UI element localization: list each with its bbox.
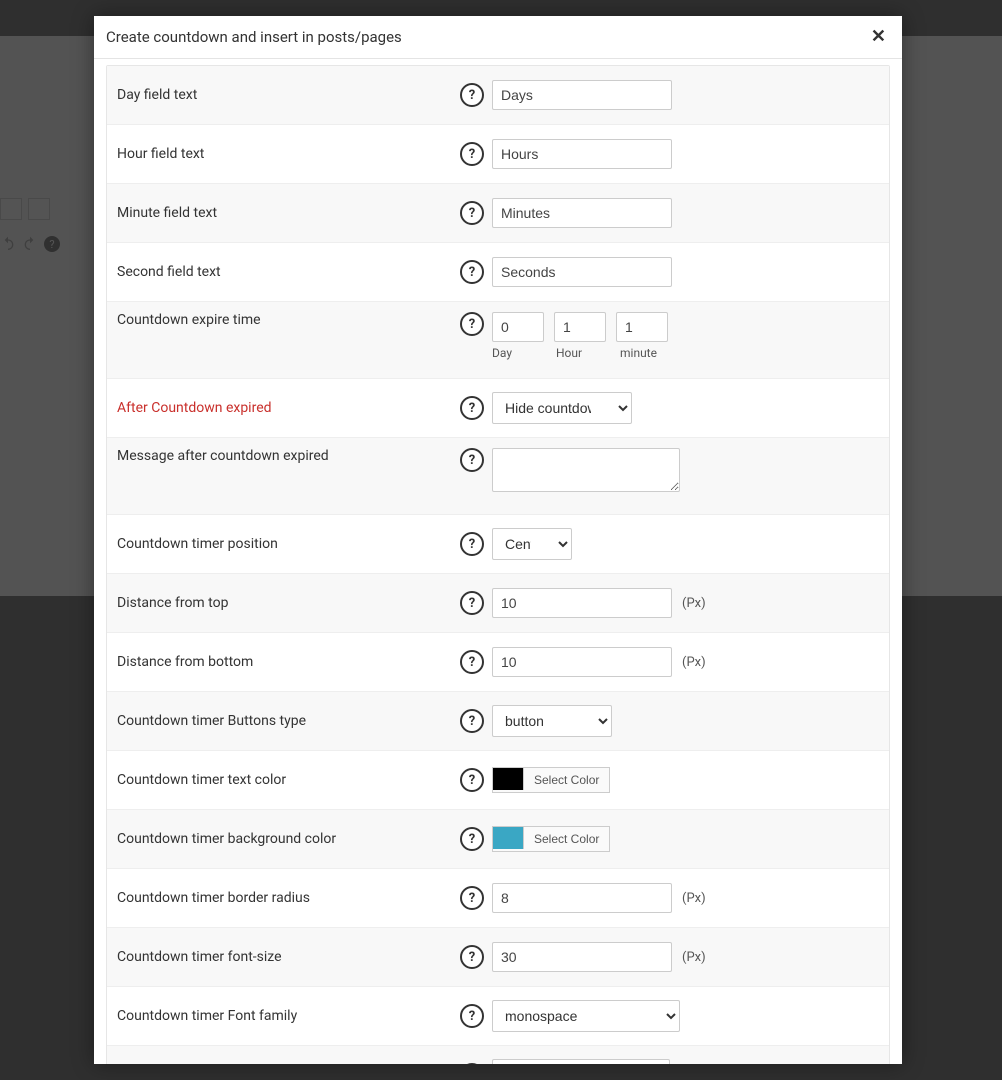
row-expire-time: Countdown expire time ? Day Hour minute (107, 302, 889, 379)
help-icon[interactable]: ? (460, 1004, 484, 1028)
after-expired-select[interactable]: Hide countdown (492, 392, 632, 424)
expire-minute-input[interactable] (616, 312, 668, 342)
help-icon[interactable]: ? (460, 260, 484, 284)
countdown-modal: Create countdown and insert in posts/pag… (94, 16, 902, 1064)
help-icon[interactable]: ? (460, 768, 484, 792)
font-size-input[interactable] (492, 942, 672, 972)
label-buttons-type: Countdown timer Buttons type (117, 713, 452, 729)
expire-day-input[interactable] (492, 312, 544, 342)
border-radius-input[interactable] (492, 883, 672, 913)
settings-form: Day field text ? Hour field text ? Minut… (106, 65, 890, 1064)
label-position: Countdown timer position (117, 536, 452, 552)
sub-day: Day (492, 346, 544, 360)
label-border-radius: Countdown timer border radius (117, 890, 452, 906)
label-second-text: Second field text (117, 264, 452, 280)
row-day-text: Day field text ? (107, 66, 889, 125)
label-message: Message after countdown expired (117, 448, 452, 464)
unit-px: (Px) (682, 596, 706, 611)
hour-text-input[interactable] (492, 139, 672, 169)
row-after-expired: After Countdown expired ? Hide countdown (107, 379, 889, 438)
second-text-input[interactable] (492, 257, 672, 287)
modal-header: Create countdown and insert in posts/pag… (94, 16, 902, 59)
day-text-input[interactable] (492, 80, 672, 110)
help-icon[interactable]: ? (460, 650, 484, 674)
label-font-family: Countdown timer Font family (117, 1008, 452, 1024)
label-day-text: Day field text (117, 87, 452, 103)
modal-title: Create countdown and insert in posts/pag… (106, 28, 402, 46)
row-bg-color: Countdown timer background color ? Selec… (107, 810, 889, 869)
help-icon[interactable]: ? (460, 83, 484, 107)
help-icon[interactable]: ? (460, 945, 484, 969)
help-icon[interactable]: ? (460, 396, 484, 420)
help-icon[interactable]: ? (460, 448, 484, 472)
label-expire-time: Countdown expire time (117, 312, 452, 328)
unit-px: (Px) (682, 655, 706, 670)
expire-sublabels: Day Hour minute (492, 346, 672, 360)
label-hour-text: Hour field text (117, 146, 452, 162)
bg-color-picker[interactable]: Select Color (492, 826, 610, 852)
row-second-text: Second field text ? (107, 243, 889, 302)
help-icon[interactable]: ? (460, 886, 484, 910)
buttons-type-select[interactable]: button (492, 705, 612, 737)
label-dist-bottom: Distance from bottom (117, 654, 452, 670)
row-hour-text: Hour field text ? (107, 125, 889, 184)
row-minute-text: Minute field text ? (107, 184, 889, 243)
row-dist-bottom: Distance from bottom ? (Px) (107, 633, 889, 692)
help-icon[interactable]: ? (460, 532, 484, 556)
help-icon[interactable]: ? (460, 591, 484, 615)
dist-top-input[interactable] (492, 588, 672, 618)
unit-px: (Px) (682, 950, 706, 965)
close-icon[interactable]: ✕ (867, 26, 890, 48)
row-font-family: Countdown timer Font family ? monospace (107, 987, 889, 1046)
minute-text-input[interactable] (492, 198, 672, 228)
help-icon[interactable]: ? (460, 709, 484, 733)
row-border-radius: Countdown timer border radius ? (Px) (107, 869, 889, 928)
row-buttons-type: Countdown timer Buttons type ? button (107, 692, 889, 751)
row-position: Countdown timer position ? Center (107, 515, 889, 574)
text-color-swatch[interactable] (493, 768, 524, 790)
help-icon[interactable]: ? (460, 142, 484, 166)
row-dist-top: Distance from top ? (Px) (107, 574, 889, 633)
text-color-picker[interactable]: Select Color (492, 767, 610, 793)
help-icon[interactable]: ? (460, 827, 484, 851)
row-font-size: Countdown timer font-size ? (Px) (107, 928, 889, 987)
label-text-color: Countdown timer text color (117, 772, 452, 788)
font-family-select[interactable]: monospace (492, 1000, 680, 1032)
row-animation-type: Countdown animation type ? none (107, 1046, 889, 1064)
animation-select[interactable]: none (492, 1059, 670, 1064)
unit-px: (Px) (682, 891, 706, 906)
label-after-expired: After Countdown expired (117, 400, 452, 416)
help-icon[interactable]: ? (460, 312, 484, 336)
expire-hour-input[interactable] (554, 312, 606, 342)
message-textarea[interactable] (492, 448, 680, 492)
sub-hour: Hour (556, 346, 608, 360)
label-dist-top: Distance from top (117, 595, 452, 611)
label-bg-color: Countdown timer background color (117, 831, 452, 847)
label-font-size: Countdown timer font-size (117, 949, 452, 965)
help-icon[interactable]: ? (460, 201, 484, 225)
position-select[interactable]: Center (492, 528, 572, 560)
bg-color-button[interactable]: Select Color (524, 827, 609, 851)
help-icon[interactable]: ? (460, 1063, 484, 1064)
text-color-button[interactable]: Select Color (524, 768, 609, 792)
row-message: Message after countdown expired ? (107, 438, 889, 515)
sub-minute: minute (620, 346, 672, 360)
row-text-color: Countdown timer text color ? Select Colo… (107, 751, 889, 810)
label-minute-text: Minute field text (117, 205, 452, 221)
bg-color-swatch[interactable] (493, 827, 524, 849)
dist-bottom-input[interactable] (492, 647, 672, 677)
